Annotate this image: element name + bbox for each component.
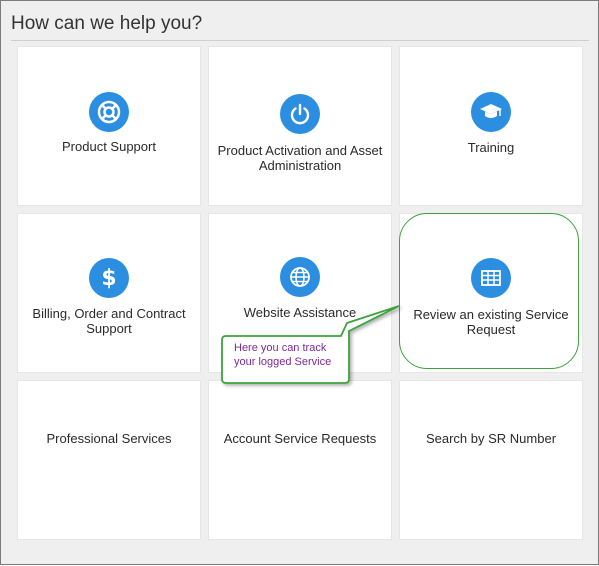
- dollar-icon: $: [89, 258, 129, 298]
- tile-professional-services[interactable]: Professional Services: [17, 380, 201, 540]
- table-icon: [471, 258, 511, 298]
- tile-label: Training: [467, 140, 515, 155]
- globe-icon: [280, 257, 320, 297]
- tile-label: Review an existing Service Request: [413, 307, 569, 337]
- tile-product-activation[interactable]: Product Activation and Asset Administrat…: [208, 46, 392, 206]
- header-divider: [11, 40, 589, 41]
- graduation-cap-icon: [471, 92, 511, 132]
- tile-label: Product Support: [62, 139, 156, 154]
- tile-label: Professional Services: [46, 431, 172, 446]
- tile-label: Search by SR Number: [425, 431, 557, 446]
- page-title: How can we help you?: [11, 13, 203, 34]
- tile-label: Product Activation and Asset Administrat…: [217, 143, 383, 173]
- lifebuoy-icon: [89, 92, 129, 132]
- tile-review-service-request[interactable]: Review an existing Service Request: [399, 213, 583, 373]
- tile-label: Website Assistance: [243, 305, 357, 320]
- tile-training[interactable]: Training: [399, 46, 583, 206]
- tile-label: Billing, Order and Contract Support: [32, 306, 186, 336]
- tile-search-by-sr-number[interactable]: Search by SR Number: [399, 380, 583, 540]
- power-icon: [280, 94, 320, 134]
- tile-label: Account Service Requests: [223, 431, 377, 446]
- help-panel: How can we help you? Product Support Pro…: [0, 0, 599, 565]
- tile-product-support[interactable]: Product Support: [17, 46, 201, 206]
- tile-billing[interactable]: $ Billing, Order and Contract Support: [17, 213, 201, 373]
- tile-account-service-requests[interactable]: Account Service Requests: [208, 380, 392, 540]
- callout-text: Here you can track your logged Service: [234, 342, 332, 368]
